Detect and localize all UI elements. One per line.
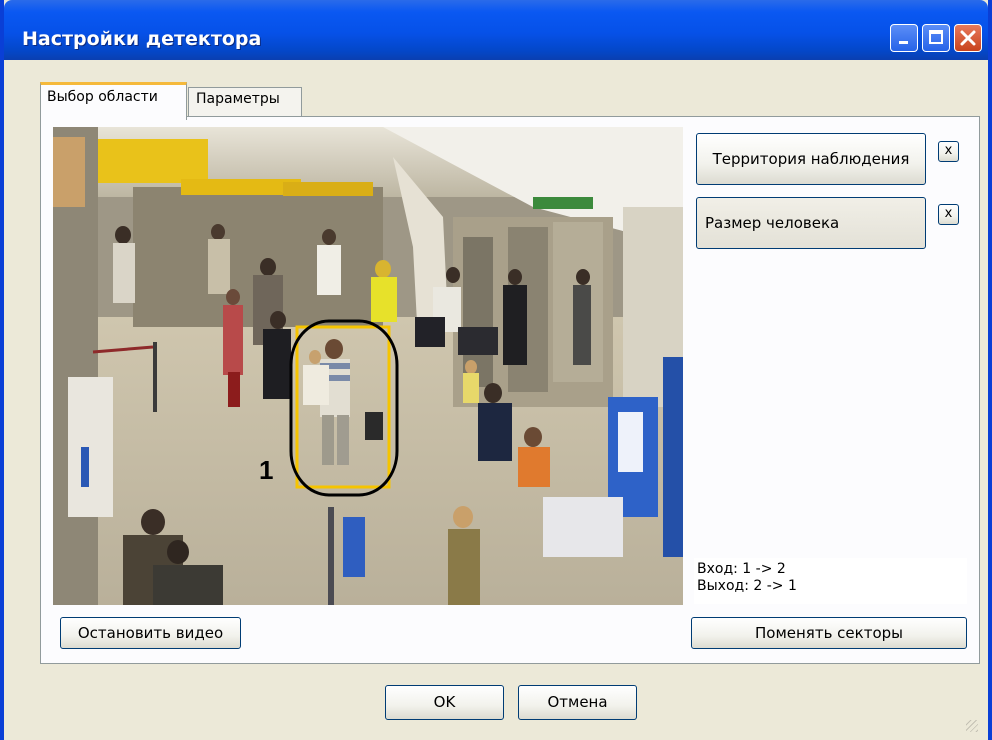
direction-info: Вход: 1 -> 2 Выход: 2 -> 1 xyxy=(694,558,967,604)
swap-sectors-button[interactable]: Поменять секторы xyxy=(691,617,967,649)
stop-video-label: Остановить видео xyxy=(77,624,224,642)
close-icon xyxy=(960,30,976,46)
person-size-button[interactable]: Размер человека xyxy=(696,197,926,249)
ok-label: OK xyxy=(433,693,456,711)
cancel-button[interactable]: Отмена xyxy=(518,685,637,720)
camera-frame: 1 xyxy=(53,127,683,605)
swap-sectors-label: Поменять секторы xyxy=(755,624,903,642)
title-bar[interactable]: Настройки детектора xyxy=(4,0,988,60)
observation-area-label: Территория наблюдения xyxy=(712,150,910,168)
maximize-button[interactable] xyxy=(922,24,950,52)
remove-icon: x xyxy=(944,143,953,158)
minimize-icon xyxy=(899,41,908,44)
zone-number-label: 1 xyxy=(259,455,273,485)
stop-video-button[interactable]: Остановить видео xyxy=(60,617,241,649)
remove-observation-area-button[interactable]: x xyxy=(938,141,959,162)
ok-button[interactable]: OK xyxy=(385,685,504,720)
resize-grip[interactable] xyxy=(966,720,978,732)
video-preview[interactable]: 1 xyxy=(53,127,683,605)
cancel-label: Отмена xyxy=(547,693,608,711)
minimize-button[interactable] xyxy=(890,24,918,52)
observation-area-button[interactable]: Территория наблюдения xyxy=(696,133,926,185)
detector-settings-window: Настройки детектора Выбор области Параме… xyxy=(0,0,992,740)
maximize-icon xyxy=(929,30,943,44)
tab-parameters[interactable]: Параметры xyxy=(188,87,302,116)
person-size-label: Размер человека xyxy=(705,214,840,232)
remove-icon: x xyxy=(944,206,953,221)
exit-direction: Выход: 2 -> 1 xyxy=(697,578,797,594)
tab-area-selection[interactable]: Выбор области xyxy=(40,82,187,120)
window-title: Настройки детектора xyxy=(22,28,262,50)
remove-person-size-button[interactable]: x xyxy=(938,204,959,225)
close-button[interactable] xyxy=(954,24,982,52)
entry-direction: Вход: 1 -> 2 xyxy=(697,561,786,577)
